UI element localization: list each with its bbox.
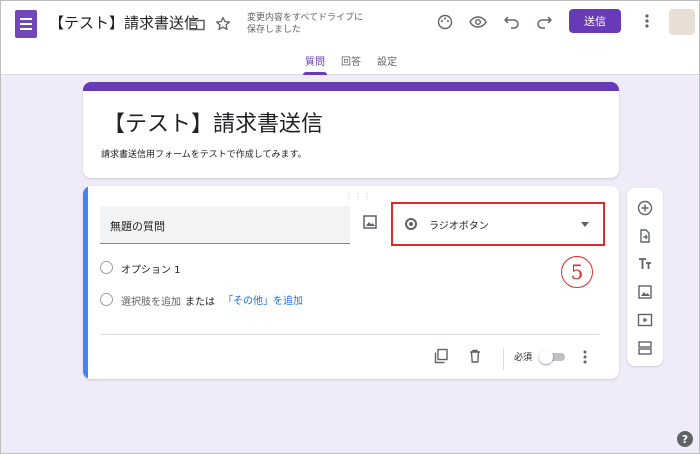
more-vert-icon[interactable]: [580, 347, 590, 367]
save-status: 変更内容をすべてドライブに保存しました: [247, 13, 364, 35]
question-title-input[interactable]: 無題の質問: [100, 206, 350, 244]
help-icon[interactable]: ?: [677, 431, 693, 447]
duplicate-icon[interactable]: [433, 348, 449, 364]
form-title-card[interactable]: 【テスト】請求書送信 請求書送信用フォームをテストで作成してみます。: [83, 82, 619, 178]
trash-icon[interactable]: [467, 348, 483, 364]
annotation-badge: 5: [561, 256, 593, 288]
option-radio: [100, 261, 113, 274]
send-button[interactable]: 送信: [569, 9, 621, 33]
focus-indicator: [83, 186, 88, 379]
question-type-label: ラジオボタン: [429, 221, 489, 232]
forms-app-icon[interactable]: [15, 10, 37, 38]
add-other-link[interactable]: 「その他」を追加: [223, 292, 303, 307]
required-toggle[interactable]: [539, 350, 567, 364]
question-toolbar: [627, 188, 663, 366]
question-type-dropdown[interactable]: ラジオボタン: [391, 202, 605, 246]
add-circle-icon[interactable]: [637, 200, 653, 216]
form-title[interactable]: 【テスト】請求書送信: [103, 106, 323, 138]
section-icon[interactable]: [637, 340, 653, 356]
title-icon[interactable]: [637, 256, 653, 272]
question-card[interactable]: ⋮⋮⋮ 無題の質問 ラジオボタン 5 オプション 1 選択肢を追加 または 「そ…: [83, 186, 619, 379]
undo-icon[interactable]: [502, 12, 522, 32]
tab-settings[interactable]: 設定: [377, 53, 397, 75]
option-label[interactable]: オプション 1: [121, 261, 181, 276]
palette-icon[interactable]: [435, 12, 455, 32]
more-vert-icon[interactable]: [641, 11, 653, 31]
drag-handle-icon[interactable]: ⋮⋮⋮: [345, 192, 372, 201]
footer-separator: [503, 348, 504, 370]
add-option-link[interactable]: 選択肢を追加: [121, 293, 181, 308]
add-image-icon[interactable]: [362, 214, 378, 230]
document-title[interactable]: 【テスト】請求書送信: [49, 12, 199, 33]
chevron-down-icon: [581, 222, 589, 227]
tab-questions[interactable]: 質問: [303, 53, 327, 75]
avatar[interactable]: [669, 9, 695, 35]
video-icon[interactable]: [637, 312, 653, 328]
redo-icon[interactable]: [534, 12, 554, 32]
import-icon[interactable]: [637, 228, 653, 244]
footer-divider: [100, 334, 600, 335]
folder-icon[interactable]: [188, 15, 206, 33]
required-label: 必須: [514, 353, 533, 363]
form-description[interactable]: 請求書送信用フォームをテストで作成してみます。: [101, 147, 307, 160]
add-option-radio: [100, 293, 113, 306]
star-icon[interactable]: [213, 14, 233, 34]
accent-bar: [83, 82, 619, 91]
image-icon[interactable]: [637, 284, 653, 300]
or-text: または: [185, 297, 215, 308]
radio-type-icon: [405, 218, 417, 230]
top-bar: 【テスト】請求書送信 変更内容をすべてドライブに保存しました 送信 質問 回答 …: [1, 1, 699, 75]
tab-bar: 質問 回答 設定: [1, 53, 699, 75]
eye-icon[interactable]: [468, 12, 488, 32]
tab-responses[interactable]: 回答: [341, 53, 361, 75]
